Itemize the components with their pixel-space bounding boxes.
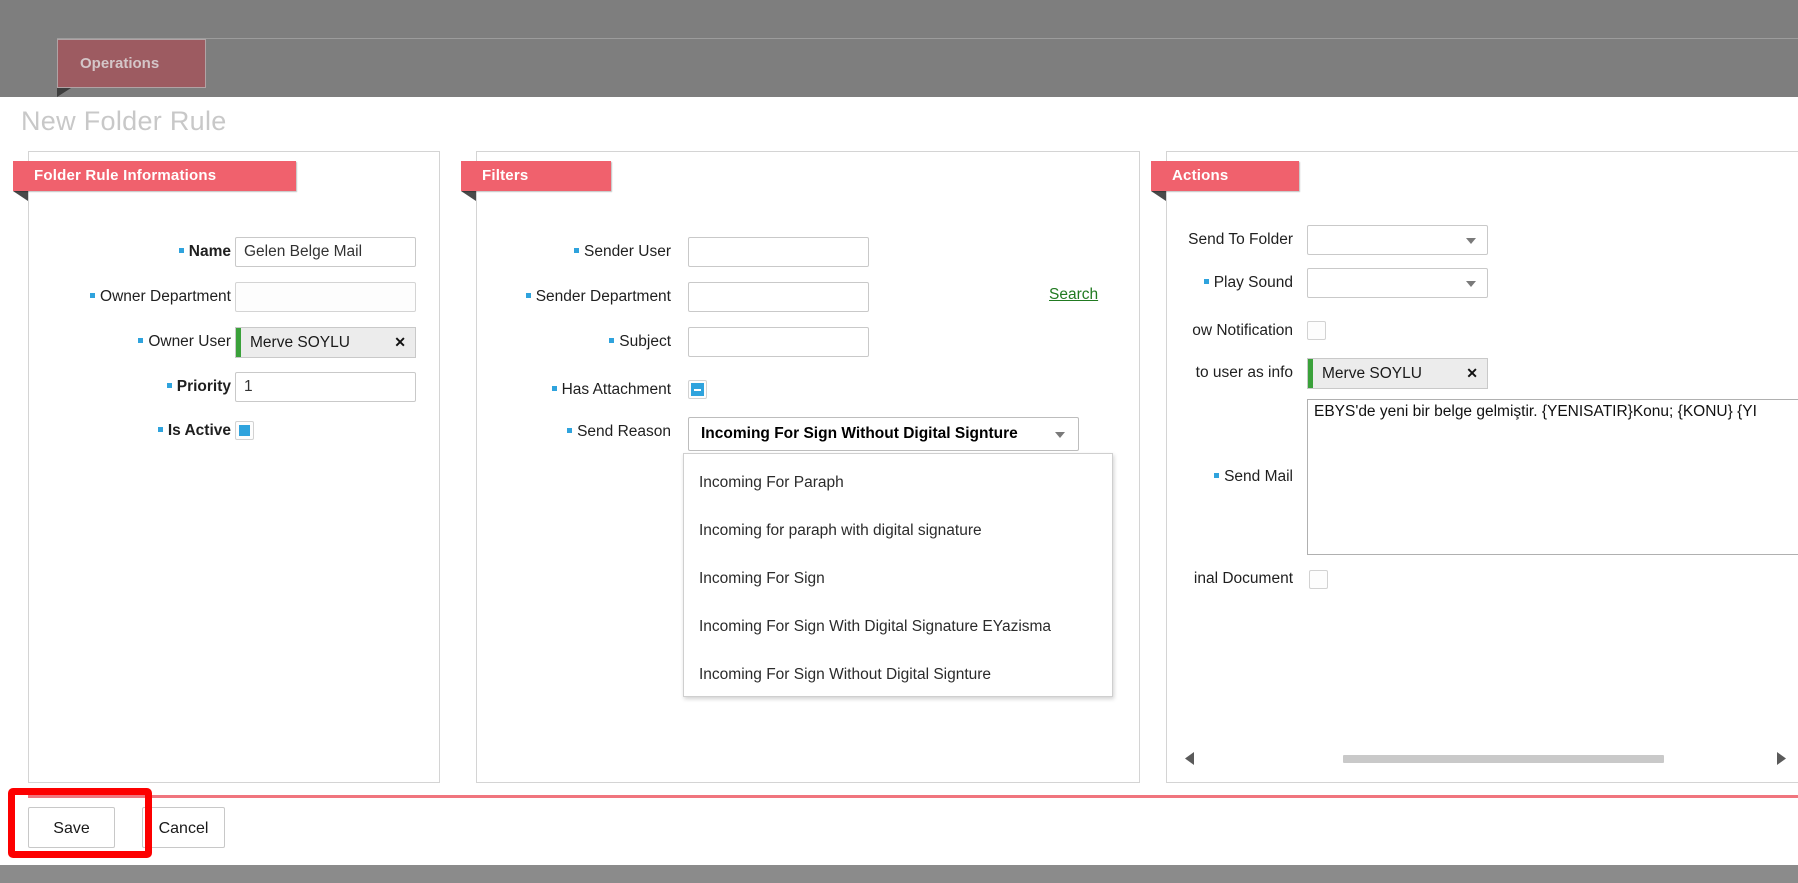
owner-department-input[interactable] (235, 282, 416, 312)
tab-fold-decoration (57, 88, 71, 97)
send-mail-label: Send Mail (1167, 462, 1293, 492)
priority-label: Priority (29, 372, 231, 402)
sender-user-input[interactable] (688, 237, 869, 267)
hscrollbar-thumb[interactable] (1343, 755, 1664, 763)
sender-department-input[interactable] (688, 282, 869, 312)
send-reason-selected-value: Incoming For Sign Without Digital Signtu… (701, 425, 1018, 442)
is-active-label: Is Active (29, 416, 231, 446)
chevron-down-icon (1466, 238, 1476, 244)
owner-user-chip[interactable]: Merve SOYLU ✕ (235, 327, 416, 358)
sender-department-label: Sender Department (477, 282, 671, 312)
owner-user-clear-icon[interactable]: ✕ (385, 334, 415, 351)
show-notification-checkbox[interactable] (1307, 321, 1326, 340)
chevron-down-icon (1055, 432, 1065, 438)
original-document-label: inal Document (1167, 564, 1293, 594)
save-button[interactable]: Save (28, 807, 115, 848)
scroll-left-icon[interactable] (1185, 752, 1194, 765)
scroll-right-icon[interactable] (1777, 752, 1786, 765)
required-bullet-icon (609, 338, 614, 343)
new-folder-rule-screen: { "topbar": { "tab_label": "Operations" … (0, 0, 1798, 883)
actions-panel: Send To Folder Play Sound ow Notificatio… (1166, 151, 1798, 783)
required-bullet-icon (526, 293, 531, 298)
footer-bar (0, 865, 1798, 883)
actions-ribbon: Actions (1151, 161, 1299, 191)
required-bullet-icon (552, 386, 557, 391)
owner-user-label: Owner User (29, 327, 231, 357)
to-user-as-info-label: to user as info (1167, 358, 1293, 388)
dimmed-overlay-bar: Operations (0, 0, 1798, 97)
chevron-down-icon (1466, 281, 1476, 287)
folder-rule-informations-panel: Name Owner Department Owner User Merve S… (28, 151, 440, 783)
send-reason-options-list: Incoming For Paraph Incoming for paraph … (683, 453, 1113, 697)
required-bullet-icon (574, 248, 579, 253)
to-user-as-info-chip[interactable]: Merve SOYLU ✕ (1307, 358, 1488, 389)
required-bullet-icon (138, 338, 143, 343)
send-to-folder-label: Send To Folder (1166, 225, 1293, 255)
checkbox-checked-mark (239, 425, 250, 436)
page-title: New Folder Rule (21, 106, 227, 137)
show-notification-label: ow Notification (1167, 316, 1293, 346)
subject-input[interactable] (688, 327, 869, 357)
name-label: Name (29, 237, 231, 267)
is-active-checkbox[interactable] (235, 421, 254, 440)
play-sound-dropdown[interactable] (1307, 268, 1488, 298)
operations-tab[interactable]: Operations (57, 39, 206, 88)
required-bullet-icon (158, 427, 163, 432)
tab-strip-line (57, 38, 1798, 39)
search-link[interactable]: Search (1049, 286, 1098, 304)
send-reason-option[interactable]: Incoming For Paraph (684, 459, 1112, 507)
owner-department-label: Owner Department (29, 282, 231, 312)
send-reason-option[interactable]: Incoming for paraph with digital signatu… (684, 507, 1112, 555)
send-reason-option[interactable]: Incoming For Sign (684, 555, 1112, 603)
send-reason-option[interactable]: Incoming For Sign With Digital Signature… (684, 603, 1112, 651)
footer-separator-line (28, 795, 1798, 798)
required-bullet-icon (90, 293, 95, 298)
send-reason-dropdown[interactable]: Incoming For Sign Without Digital Signtu… (688, 417, 1079, 451)
required-bullet-icon (567, 428, 572, 433)
filters-panel: Sender User Sender Department Search Sub… (476, 151, 1140, 783)
folder-rule-informations-ribbon: Folder Rule Informations (13, 161, 296, 191)
has-attachment-checkbox[interactable] (688, 380, 707, 399)
priority-input[interactable] (235, 372, 416, 402)
required-bullet-icon (179, 248, 184, 253)
subject-label: Subject (477, 327, 671, 357)
to-user-as-info-value: Merve SOYLU (1313, 365, 1457, 383)
checkbox-indeterminate-mark (691, 383, 704, 396)
send-mail-textarea[interactable]: EBYS'de yeni bir belge gelmiştir. {YENIS… (1307, 399, 1798, 555)
ribbon-fold-decoration (13, 191, 28, 201)
ribbon-fold-decoration (1151, 191, 1166, 201)
required-bullet-icon (1214, 473, 1219, 478)
has-attachment-label: Has Attachment (477, 375, 671, 405)
filters-ribbon: Filters (461, 161, 611, 191)
sender-user-label: Sender User (477, 237, 671, 267)
name-input[interactable] (235, 237, 416, 267)
required-bullet-icon (1204, 279, 1209, 284)
to-user-as-info-clear-icon[interactable]: ✕ (1457, 365, 1487, 382)
original-document-checkbox[interactable] (1309, 570, 1328, 589)
cancel-button[interactable]: Cancel (142, 807, 225, 848)
required-bullet-icon (167, 383, 172, 388)
play-sound-label: Play Sound (1167, 268, 1293, 298)
send-reason-label: Send Reason (477, 417, 671, 447)
send-to-folder-dropdown[interactable] (1307, 225, 1488, 255)
ribbon-fold-decoration (461, 191, 476, 201)
send-reason-option[interactable]: Incoming For Sign Without Digital Signtu… (684, 651, 1112, 699)
owner-user-value: Merve SOYLU (241, 334, 385, 352)
